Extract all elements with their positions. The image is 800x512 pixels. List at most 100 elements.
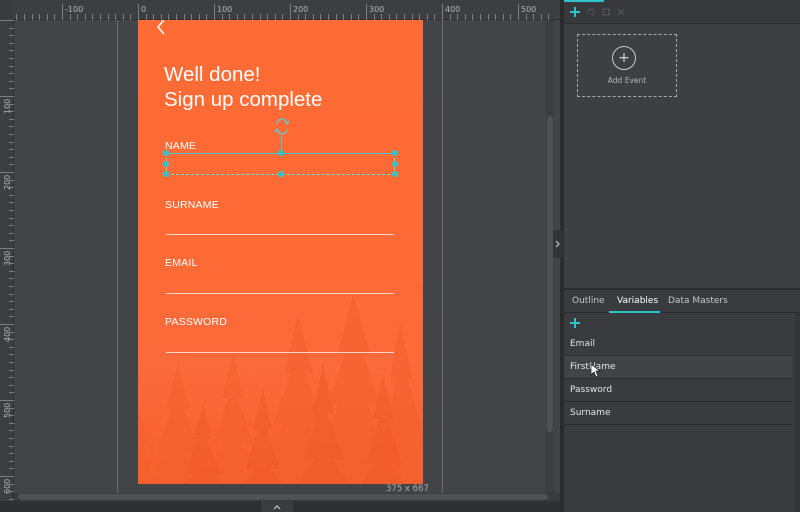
ruler-tick [9,232,14,234]
ruler-tick [426,14,428,20]
mouse-cursor-icon [590,363,602,378]
horizontal-ruler[interactable]: -100 0 100 200 300 400 500 [14,0,560,20]
ruler-tick [9,65,14,67]
add-event-label: Add Event [607,76,647,85]
resize-handle-tr[interactable] [392,150,398,156]
ruler-tick [518,4,519,20]
resize-handle-tl[interactable] [163,150,169,156]
ruler-tick [290,4,291,20]
variables-scrollbar[interactable] [795,313,800,512]
ruler-tick [9,301,14,303]
ruler-tick [0,96,14,97]
chevron-left-icon[interactable] [154,20,170,38]
ruler-tick [9,42,14,44]
ruler-tick [9,88,14,90]
ruler-tick [0,324,14,325]
ruler-tick [9,362,14,363]
copy-icon[interactable] [601,5,611,19]
ruler-tick [464,14,466,20]
ruler-tick [487,14,489,20]
horizontal-scrollbar-thumb[interactable] [18,494,548,500]
add-event-plus-icon[interactable]: + [612,46,636,70]
ruler-tick [9,240,14,242]
ruler-tick [502,14,504,20]
undo-icon[interactable] [586,5,596,19]
variable-row[interactable]: Surname [564,402,792,425]
email-field-label: EMAIL [165,257,198,269]
app-root: -100 0 100 200 300 400 500 100 200 300 400 500 600 [0,0,800,512]
email-input[interactable] [166,293,394,294]
resize-handle-bm[interactable] [278,171,284,177]
ruler-tick [9,468,14,470]
surname-input[interactable] [166,234,394,235]
tab-outline[interactable]: Outline [572,296,605,306]
tab-data-masters[interactable]: Data Masters [668,296,728,306]
ruler-tick [9,384,14,386]
ruler-tick [9,134,14,135]
variable-name: Email [570,339,595,349]
resize-handle-bl[interactable] [163,171,169,177]
tab-variables[interactable]: Variables [617,296,658,306]
ruler-tick [0,20,14,21]
bottom-panel-toggle[interactable] [261,501,293,512]
variable-row[interactable]: Email [564,333,792,356]
ruler-tick [9,422,14,424]
resize-handle-br[interactable] [392,171,398,177]
artboard-screen[interactable]: Well done! Sign up complete NAME SURNAME… [138,20,423,484]
resize-handle-mr[interactable] [392,161,398,167]
ruler-tick [449,14,451,20]
vertical-scrollbar-thumb[interactable] [547,116,553,432]
ruler-tick [9,27,14,29]
plus-icon[interactable] [569,317,581,329]
ruler-tick [9,118,14,120]
ruler-tick [9,293,14,295]
active-tab-indicator [609,311,660,313]
toolbar-active-indicator [564,0,604,2]
resize-handle-ml[interactable] [163,161,169,167]
password-input[interactable] [166,352,394,353]
delete-icon[interactable] [616,5,626,19]
variable-name: Surname [570,408,611,418]
resize-handle-tm[interactable] [278,150,284,156]
ruler-tick [0,172,14,173]
ruler-tick [9,286,14,287]
ruler-label: 400 [445,5,461,14]
ruler-label: 0 [141,5,147,14]
ruler-label: 300 [3,250,12,266]
rotate-icon[interactable] [274,118,290,136]
ruler-tick [9,316,14,318]
collapse-panel-button[interactable] [553,230,563,258]
variable-name: Password [570,385,613,395]
variable-row[interactable]: Password [564,379,792,402]
interactions-toolbar [564,0,800,24]
ruler-tick [138,4,139,20]
ruler-tick [457,14,459,20]
ruler-label: 400 [3,326,12,342]
guide-line-right[interactable] [442,20,443,493]
ruler-tick [495,14,497,20]
ruler-tick [9,194,14,196]
ruler-label: 100 [217,5,233,14]
ruler-tick [9,58,14,59]
guide-line-left[interactable] [117,20,118,493]
ruler-tick [9,149,14,151]
ruler-tick [9,445,14,447]
ruler-tick [92,14,94,20]
plus-icon[interactable] [569,5,581,19]
ruler-tick [0,400,14,401]
name-input-selection[interactable] [163,150,398,177]
name-field-label: NAME [165,140,197,152]
vertical-ruler[interactable]: 100 200 300 400 500 600 [0,20,14,512]
ruler-tick [16,14,18,20]
ruler-tick [366,4,367,20]
design-canvas[interactable]: -100 0 100 200 300 400 500 100 200 300 400 500 600 [0,0,560,512]
ruler-tick [9,210,14,211]
ruler-tick [9,217,14,219]
ruler-tick [130,14,132,20]
ruler-tick [0,248,14,249]
ruler-label: -100 [65,5,84,14]
ruler-tick [9,202,14,204]
ruler-tick [31,14,33,20]
ruler-tick [9,50,14,52]
ruler-tick [434,14,436,20]
